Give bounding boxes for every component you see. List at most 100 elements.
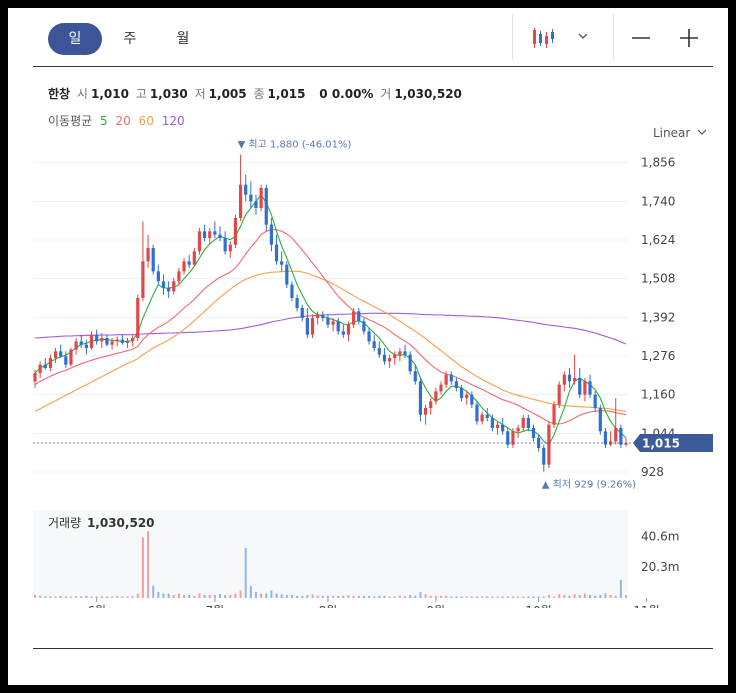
- candle-body: [105, 338, 109, 345]
- candle-body: [244, 184, 248, 195]
- candle-body: [48, 358, 53, 368]
- volume-bar: [527, 596, 530, 598]
- candle: [614, 398, 618, 445]
- candle-body: [331, 321, 335, 325]
- candles: [33, 154, 628, 472]
- candle-body: [352, 311, 356, 325]
- volume-bar: [475, 596, 478, 598]
- volume-bar: [326, 595, 329, 598]
- candle: [480, 411, 484, 425]
- x-tick-label: 10월: [525, 604, 551, 608]
- y-tick-label: 1,508: [641, 272, 675, 286]
- volume-bar: [111, 596, 114, 598]
- candle-body: [388, 358, 392, 362]
- candle: [213, 221, 217, 238]
- candle: [485, 408, 489, 422]
- candle-body: [136, 298, 140, 338]
- candle: [526, 414, 530, 432]
- candle-body: [182, 261, 186, 272]
- time-axis: 6월7월8월9월10월11월12월28: [87, 598, 660, 608]
- volume-bar: [49, 596, 52, 598]
- volume-bar: [619, 579, 622, 598]
- volume-bar: [136, 593, 139, 598]
- volume-bar: [404, 596, 407, 598]
- volume-bar: [85, 595, 88, 598]
- volume-bar: [599, 594, 602, 598]
- volume-bar: [414, 595, 417, 598]
- volume-bar: [568, 595, 571, 598]
- candle: [388, 354, 392, 368]
- volume-bar: [208, 594, 211, 598]
- volume-bar: [234, 593, 237, 598]
- volume-bar: [219, 594, 222, 598]
- ma5-path: [34, 193, 627, 446]
- volume-bar: [90, 596, 93, 598]
- candle-body: [233, 218, 238, 245]
- candle-body: [516, 428, 520, 432]
- volume-bar: [188, 594, 191, 598]
- volume-bar: [249, 585, 252, 598]
- candle-body: [547, 424, 551, 465]
- candle-body: [79, 341, 83, 345]
- volume-bar: [398, 595, 401, 598]
- volume-bar: [342, 595, 345, 598]
- candle: [624, 438, 628, 447]
- volume-bar: [167, 593, 170, 598]
- candle: [228, 241, 232, 258]
- volume-bar: [511, 596, 514, 598]
- volume-bar: [177, 593, 180, 598]
- candle-body: [187, 261, 191, 265]
- candle-body: [100, 338, 104, 342]
- volume-bar: [203, 594, 206, 598]
- volume-bar: [439, 595, 442, 598]
- candle: [583, 378, 587, 402]
- volume-bar: [152, 585, 155, 598]
- volume-title: 거래량 1,030,520: [48, 514, 155, 531]
- x-tick-label: 9월: [427, 604, 446, 608]
- volume-bar: [116, 596, 119, 598]
- candle: [588, 374, 592, 398]
- volume-bar: [265, 593, 268, 598]
- candle: [573, 354, 577, 385]
- candle: [125, 338, 130, 348]
- volume-bar: [368, 595, 371, 598]
- candle-body: [38, 364, 42, 373]
- candle-body: [598, 408, 602, 432]
- candle-body: [357, 311, 361, 322]
- candle-body: [495, 424, 500, 428]
- candle-body: [382, 354, 387, 362]
- volume-bar: [198, 593, 201, 598]
- volume-bar: [157, 591, 160, 598]
- volume-bar: [75, 596, 78, 598]
- max-price-label: ▼ 최고 1,880 (-46.01%): [238, 139, 352, 151]
- candle-body: [59, 351, 63, 357]
- volume-bar: [614, 595, 617, 598]
- candle-body: [146, 248, 150, 262]
- volume-tick-label: 20.3m: [641, 560, 679, 574]
- volume-bar: [270, 590, 273, 598]
- candle: [233, 214, 238, 248]
- x-tick-label: 6월: [87, 604, 106, 608]
- candle: [501, 418, 505, 435]
- y-tick-label: 1,624: [641, 233, 675, 247]
- candle: [259, 184, 263, 212]
- candle: [305, 308, 309, 338]
- volume-bar: [260, 593, 263, 598]
- volume-bar: [378, 595, 381, 598]
- candle-body: [300, 308, 304, 318]
- candle: [506, 428, 510, 448]
- candle-body: [372, 341, 376, 348]
- volume-bar: [224, 594, 227, 598]
- candle-body: [208, 231, 212, 238]
- candle-body: [64, 356, 68, 365]
- candle: [408, 351, 412, 375]
- candle: [43, 358, 47, 370]
- volume-bar: [239, 590, 242, 598]
- candle-body: [141, 261, 145, 298]
- volume-bar: [357, 595, 360, 598]
- candle-body: [89, 334, 94, 348]
- candle-body: [531, 428, 536, 438]
- volume-bar: [481, 596, 484, 598]
- candle: [475, 401, 479, 425]
- ma5-line: [34, 193, 627, 446]
